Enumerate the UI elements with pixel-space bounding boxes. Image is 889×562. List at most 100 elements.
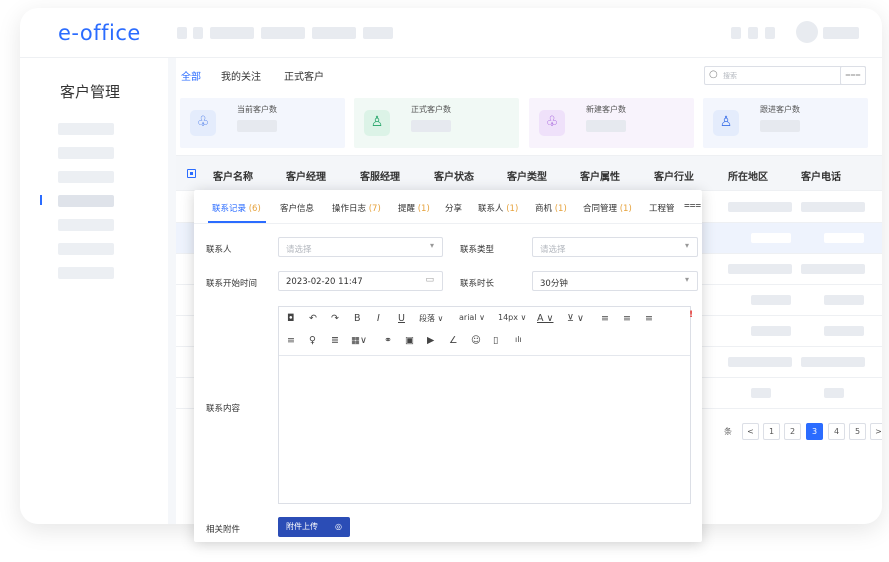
align-center-icon[interactable]: ≡	[623, 313, 631, 324]
tab-reminder[interactable]: 提醒 (1)	[398, 202, 430, 214]
undo-icon[interactable]: ↶	[309, 313, 317, 324]
bold-icon[interactable]: B	[354, 313, 361, 324]
stat-card-new[interactable]: ♧ 新建客户数	[529, 98, 694, 148]
select-all-checkbox[interactable]	[187, 169, 196, 178]
tab-all[interactable]: 全部	[181, 68, 201, 83]
tab-contacts[interactable]: 联系人 (1)	[478, 202, 518, 214]
column-header[interactable]: 所在地区	[728, 168, 768, 183]
top-action-placeholder[interactable]	[748, 27, 758, 39]
page-button[interactable]: 4	[828, 423, 845, 440]
tab-project[interactable]: 工程管	[649, 202, 675, 214]
formal-customer-icon: ♙	[364, 110, 390, 136]
contact-type-placeholder: 请选择	[540, 245, 566, 255]
top-menu-placeholder[interactable]	[210, 27, 254, 39]
link-icon[interactable]: ⚭	[384, 335, 392, 346]
sidebar-item-active[interactable]	[58, 195, 114, 207]
duration-value: 30分钟	[540, 279, 568, 289]
emoji-icon[interactable]: ☺	[471, 335, 481, 346]
column-header[interactable]: 客户电话	[801, 168, 841, 183]
top-menu-placeholder[interactable]	[177, 27, 187, 39]
pen-icon[interactable]: ∠	[449, 335, 458, 346]
video-icon[interactable]: ▶	[427, 335, 434, 346]
sidebar-item[interactable]	[58, 123, 114, 135]
justify-icon[interactable]: ≡	[287, 335, 295, 346]
align-right-icon[interactable]: ≡	[645, 313, 653, 324]
contact-type-select[interactable]: 请选择 ▾	[532, 237, 698, 257]
tab-my-follow[interactable]: 我的关注	[221, 68, 261, 83]
highlight-icon[interactable]: ⊻ ∨	[567, 313, 584, 324]
sidebar-item[interactable]	[58, 243, 114, 255]
start-time-input[interactable]: 2023-02-20 11:47 ▭	[278, 271, 443, 291]
page-button[interactable]: 1	[763, 423, 780, 440]
tab-formal-customers[interactable]: 正式客户	[284, 68, 324, 83]
font-family-select[interactable]: arial ∨	[459, 313, 485, 322]
underline-icon[interactable]: U	[398, 313, 405, 324]
redo-icon[interactable]: ↷	[331, 313, 339, 324]
tab-contact-record[interactable]: 联系记录 (6)	[212, 202, 261, 214]
list-icon[interactable]: ≣	[331, 335, 339, 346]
column-header[interactable]: 客户经理	[286, 168, 326, 183]
stat-card-current[interactable]: ♧ 当前客户数	[180, 98, 345, 148]
cell-placeholder	[751, 233, 791, 243]
page-button[interactable]: 5	[849, 423, 866, 440]
tab-contract[interactable]: 合同管理 (1)	[583, 202, 632, 214]
stat-value-placeholder	[586, 120, 626, 132]
column-header[interactable]: 客户属性	[580, 168, 620, 183]
top-menu-placeholder[interactable]	[261, 27, 305, 39]
app-logo[interactable]: e-office	[58, 21, 141, 45]
column-header[interactable]: 客户行业	[654, 168, 694, 183]
next-page-button[interactable]: >	[870, 423, 882, 440]
top-menu-placeholder[interactable]	[312, 27, 356, 39]
prev-page-button[interactable]: <	[742, 423, 759, 440]
font-color-icon[interactable]: A ∨	[537, 313, 553, 324]
note-icon[interactable]: ▯	[493, 335, 498, 346]
italic-icon[interactable]: I	[377, 313, 380, 324]
top-menu-placeholder[interactable]	[193, 27, 203, 39]
page-button-active[interactable]: 3	[806, 423, 823, 440]
paragraph-select[interactable]: 段落 ∨	[419, 313, 443, 324]
new-customer-icon: ♧	[539, 110, 565, 136]
column-header[interactable]: 客户类型	[507, 168, 547, 183]
top-action-placeholder[interactable]	[731, 27, 741, 39]
table-icon[interactable]: ▦∨	[351, 335, 367, 346]
cell-placeholder	[824, 388, 844, 398]
chart-icon[interactable]: ılı	[515, 335, 522, 344]
dialog-tabs: 联系记录 (6) 客户信息 操作日志 (7) 提醒 (1) 分享 联系人 (1)…	[194, 190, 702, 224]
stat-value-placeholder	[237, 120, 277, 132]
sidebar-item[interactable]	[58, 219, 114, 231]
format-painter-icon[interactable]: ♀	[309, 335, 316, 346]
stat-label: 当前客户数	[237, 105, 277, 114]
font-size-select[interactable]: 14px ∨	[498, 313, 526, 322]
source-icon[interactable]: ◘	[287, 313, 295, 324]
top-menu-placeholder[interactable]	[363, 27, 393, 39]
user-name-placeholder[interactable]	[823, 27, 859, 39]
avatar[interactable]	[796, 21, 818, 43]
top-action-placeholder[interactable]	[765, 27, 775, 39]
contact-select[interactable]: 请选择 ▾	[278, 237, 443, 257]
align-left-icon[interactable]: ≡	[601, 313, 609, 324]
stat-card-formal[interactable]: ♙ 正式客户数	[354, 98, 519, 148]
duration-select[interactable]: 30分钟 ▾	[532, 271, 698, 291]
start-time-label: 联系开始时间	[206, 279, 258, 289]
filter-button[interactable]: ⩶	[840, 66, 866, 85]
sidebar-item[interactable]	[58, 147, 114, 159]
upload-attachment-button[interactable]: 附件上传 ◎	[278, 517, 350, 537]
contact-record-dialog: 联系记录 (6) 客户信息 操作日志 (7) 提醒 (1) 分享 联系人 (1)…	[194, 190, 702, 542]
chevron-down-icon: ▾	[684, 275, 689, 284]
sidebar-item[interactable]	[58, 171, 114, 183]
column-header[interactable]: 客服经理	[360, 168, 400, 183]
tab-operation-log[interactable]: 操作日志 (7)	[332, 202, 381, 214]
stat-card-follow[interactable]: ♙ 跟进客户数	[703, 98, 868, 148]
rich-text-editor[interactable]: ◘ ↶ ↷ B I U 段落 ∨ arial ∨ 14px ∨ A ∨ ⊻ ∨ …	[278, 306, 693, 504]
tab-opportunity[interactable]: 商机 (1)	[535, 202, 567, 214]
page-button[interactable]: 2	[784, 423, 801, 440]
column-header[interactable]: 客户状态	[434, 168, 474, 183]
column-header[interactable]: 客户名称	[213, 168, 253, 183]
sidebar-item[interactable]	[58, 267, 114, 279]
tab-share[interactable]: 分享	[445, 202, 462, 214]
chevron-down-icon: ▾	[684, 241, 689, 250]
tab-customer-info[interactable]: 客户信息	[280, 202, 314, 214]
image-icon[interactable]: ▣	[405, 335, 414, 346]
content-label: 联系内容	[206, 404, 241, 414]
more-tabs-icon[interactable]: ⩶	[684, 200, 701, 211]
